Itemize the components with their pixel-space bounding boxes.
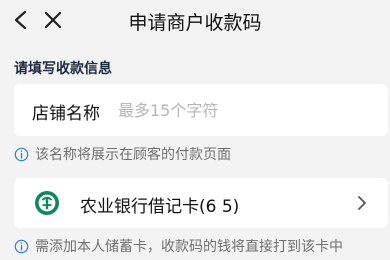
page-title: 申请商户收款码 (128, 12, 262, 34)
shop-name-label: 店铺名称 (32, 104, 100, 124)
info-icon (14, 147, 29, 161)
shop-name-hint: 该名称将展示在顾客的付款页面 (14, 144, 231, 164)
bank-card-hint: 需添加本人储蓄卡，收款码的钱将直接打到该卡中 (14, 236, 343, 256)
section-heading: 请填写收款信息 (14, 61, 112, 77)
shop-name-card: 店铺名称 (14, 84, 388, 136)
shop-name-hint-text: 该名称将展示在顾客的付款页面 (35, 147, 231, 163)
top-navigation-bar: 申请商户收款码 (0, 0, 390, 40)
info-icon (14, 239, 29, 253)
bank-card-selector[interactable]: 农业银行借记卡(6 5) (14, 178, 388, 228)
shop-name-input[interactable] (118, 94, 368, 126)
bank-card-name: 农业银行借记卡(6 5) (80, 197, 240, 217)
chevron-right-icon (358, 196, 366, 210)
abc-bank-logo-icon (35, 191, 59, 215)
bank-card-hint-text: 需添加本人储蓄卡，收款码的钱将直接打到该卡中 (35, 239, 343, 255)
